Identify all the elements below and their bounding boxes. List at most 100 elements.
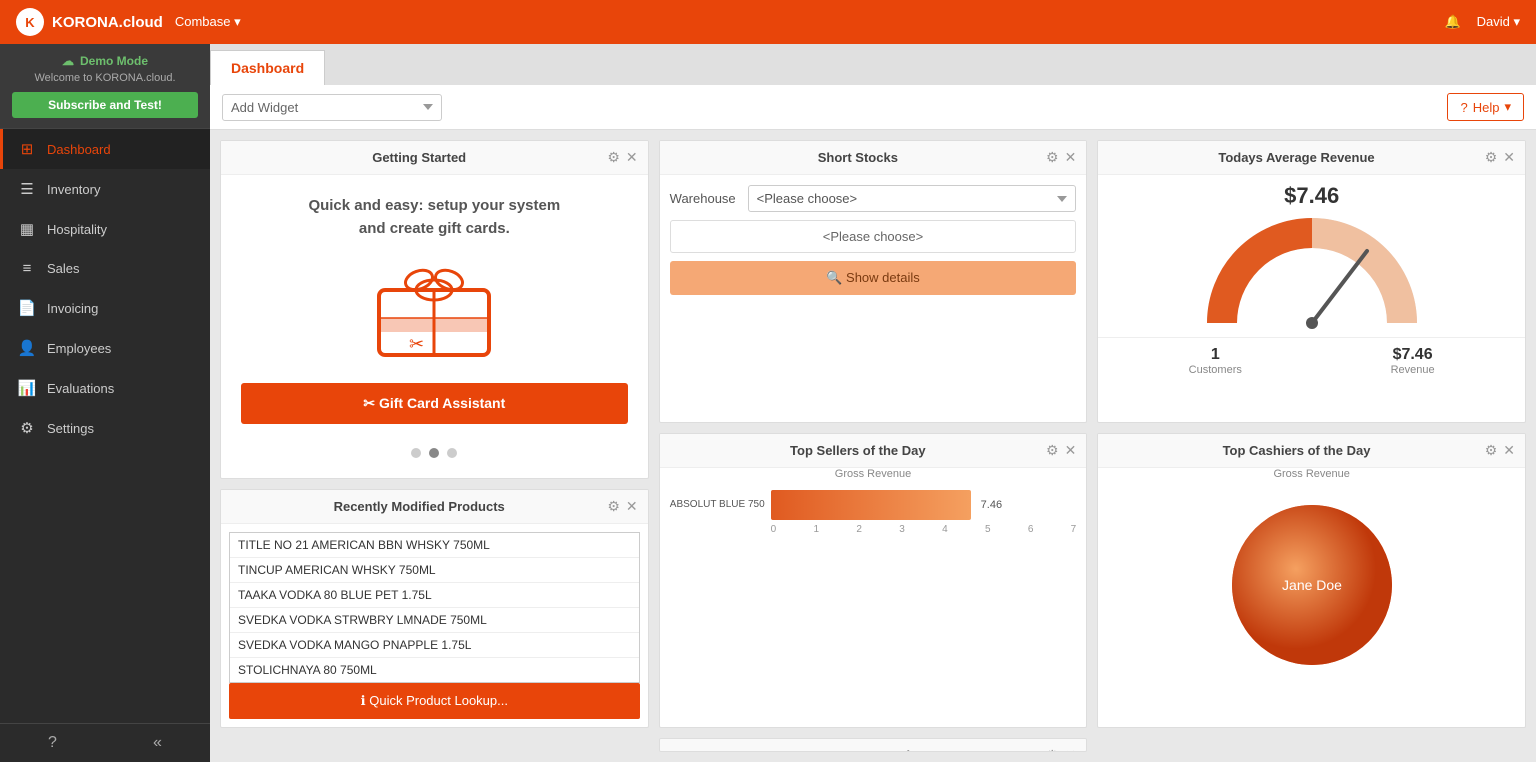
evaluations-icon: 📊 [17,379,37,397]
inventory-icon: ☰ [17,180,37,198]
dashboard-icon: ⊞ [17,140,37,158]
sidebar-item-evaluations[interactable]: 📊 Evaluations [0,368,210,408]
list-item[interactable]: TINCUP AMERICAN WHSKY 750ML [230,558,639,583]
customers-stat: 1 Customers [1189,346,1242,376]
close-icon[interactable]: ✕ [1503,442,1515,459]
avg-revenue-title: Todays Average Revenue [1108,150,1484,165]
company-selector[interactable]: Combase ▾ [175,14,241,30]
no-customers-widget: No. Customers Today ⚙ ✕ 1 [659,738,1088,752]
svg-text:$10.00: $10.00 [1367,332,1401,333]
col1-wrapper: Getting Started ⚙ ✕ Quick and easy: setu… [220,140,649,728]
show-details-button[interactable]: 🔍 Show details [670,261,1077,295]
sidebar-item-employees[interactable]: 👤 Employees [0,328,210,368]
no-customers-header: No. Customers Today ⚙ ✕ [660,739,1087,752]
dashboard-grid: Getting Started ⚙ ✕ Quick and easy: setu… [210,130,1536,762]
employees-icon: 👤 [17,339,37,357]
sidebar-item-hospitality[interactable]: ▦ Hospitality [0,209,210,249]
sidebar-item-label: Invoicing [47,301,98,316]
getting-started-controls: ⚙ ✕ [607,149,637,166]
top-sellers-chart: ABSOLUT BLUE 750 7.46 0 1 2 3 4 5 6 7 [660,484,1087,539]
carousel-dots [411,448,457,458]
top-cashiers-controls: ⚙ ✕ [1485,442,1515,459]
demo-badge: ☁ Demo Mode [12,54,198,68]
avg-revenue-controls: ⚙ ✕ [1485,149,1515,166]
top-sellers-subtitle: Gross Revenue [660,468,1087,484]
topnav-left: K KORONA.cloud Combase ▾ [16,8,241,36]
settings-icon: ⚙ [17,419,37,437]
sidebar-item-sales[interactable]: ≡ Sales [0,249,210,288]
avg-revenue-value: $7.46 [1098,175,1525,213]
top-sellers-header: Top Sellers of the Day ⚙ ✕ [660,434,1087,468]
list-item[interactable]: STOLICHNAYA 80 750ML [230,658,639,682]
list-item[interactable]: SVEDKA VODKA STRWBRY LMNADE 750ML [230,608,639,633]
getting-started-header: Getting Started ⚙ ✕ [221,141,648,175]
warehouse-select[interactable]: <Please choose> [748,185,1077,212]
bar-value: 7.46 [981,499,1002,511]
main-content: Dashboard Add Widget ? Help ▾ Getting St… [210,44,1536,762]
no-customers-controls: ⚙ ✕ [1046,747,1076,752]
short-stocks-title: Short Stocks [670,150,1046,165]
notification-bell-icon[interactable]: 🔔 [1444,14,1460,30]
sidebar-item-inventory[interactable]: ☰ Inventory [0,169,210,209]
sidebar-item-label: Sales [47,261,80,276]
gear-icon[interactable]: ⚙ [607,149,620,166]
gift-card-assistant-button[interactable]: ✂ Gift Card Assistant [241,383,628,424]
demo-subtitle: Welcome to KORONA.cloud. [12,72,198,84]
bar-row: ABSOLUT BLUE 750 7.46 [670,490,1077,520]
user-menu[interactable]: David ▾ [1477,14,1520,30]
gear-icon[interactable]: ⚙ [1046,149,1059,166]
logo: K KORONA.cloud [16,8,163,36]
bar-fill [771,490,971,520]
gauge-svg: $0.00 $10.00 [1202,213,1422,333]
collapse-sidebar-btn[interactable]: « [105,724,210,762]
dot-3[interactable] [447,448,457,458]
quick-product-lookup-button[interactable]: ℹ Quick Product Lookup... [229,683,640,719]
sidebar-item-dashboard[interactable]: ⊞ Dashboard [0,129,210,169]
gear-icon[interactable]: ⚙ [1485,442,1498,459]
close-icon[interactable]: ✕ [626,149,638,166]
add-widget-select[interactable]: Add Widget [222,94,442,121]
nav-items: ⊞ Dashboard ☰ Inventory ▦ Hospitality ≡ … [0,129,210,723]
gear-icon[interactable]: ⚙ [1046,442,1059,459]
tab-dashboard[interactable]: Dashboard [210,50,325,85]
help-chevron-icon: ▾ [1504,99,1511,115]
help-icon-btn[interactable]: ? [0,724,105,762]
close-icon[interactable]: ✕ [1503,149,1515,166]
subscribe-button[interactable]: Subscribe and Test! [12,92,198,118]
close-icon[interactable]: ✕ [1065,149,1077,166]
close-icon[interactable]: ✕ [1065,747,1077,752]
recently-modified-title: Recently Modified Products [231,499,607,514]
gear-icon[interactable]: ⚙ [1485,149,1498,166]
top-cashiers-subtitle: Gross Revenue [1098,468,1525,480]
customers-count: 1 [1189,346,1242,364]
svg-text:$0.00: $0.00 [1216,332,1244,333]
sidebar-item-label: Dashboard [47,142,111,157]
sidebar-item-label: Evaluations [47,381,114,396]
sidebar-item-label: Employees [47,341,111,356]
top-cashiers-title: Top Cashiers of the Day [1108,443,1484,458]
list-item[interactable]: TITLE NO 21 AMERICAN BBN WHSKY 750ML [230,533,639,558]
hospitality-icon: ▦ [17,220,37,238]
revenue-value: $7.46 [1391,346,1435,364]
getting-started-body: Quick and easy: setup your system and cr… [221,175,648,478]
close-icon[interactable]: ✕ [626,498,638,515]
list-item[interactable]: TAAKA VODKA 80 BLUE PET 1.75L [230,583,639,608]
list-item[interactable]: SVEDKA VODKA MANGO PNAPPLE 1.75L [230,633,639,658]
warehouse-label: Warehouse [670,191,740,206]
logo-icon: K [16,8,44,36]
sidebar-bottom: ? « [0,723,210,762]
close-icon[interactable]: ✕ [1065,442,1077,459]
help-button[interactable]: ? Help ▾ [1447,93,1524,121]
getting-started-widget: Getting Started ⚙ ✕ Quick and easy: setu… [220,140,649,479]
gear-icon[interactable]: ⚙ [607,498,620,515]
sidebar-item-invoicing[interactable]: 📄 Invoicing [0,288,210,328]
dot-2[interactable] [429,448,439,458]
sidebar-item-settings[interactable]: ⚙ Settings [0,408,210,448]
getting-started-text: Quick and easy: setup your system and cr… [308,195,560,240]
short-stocks-controls: ⚙ ✕ [1046,149,1076,166]
getting-started-title: Getting Started [231,150,607,165]
gear-icon[interactable]: ⚙ [1046,747,1059,752]
dot-1[interactable] [411,448,421,458]
top-sellers-title: Top Sellers of the Day [670,443,1046,458]
cloud-icon: ☁ [62,54,74,68]
